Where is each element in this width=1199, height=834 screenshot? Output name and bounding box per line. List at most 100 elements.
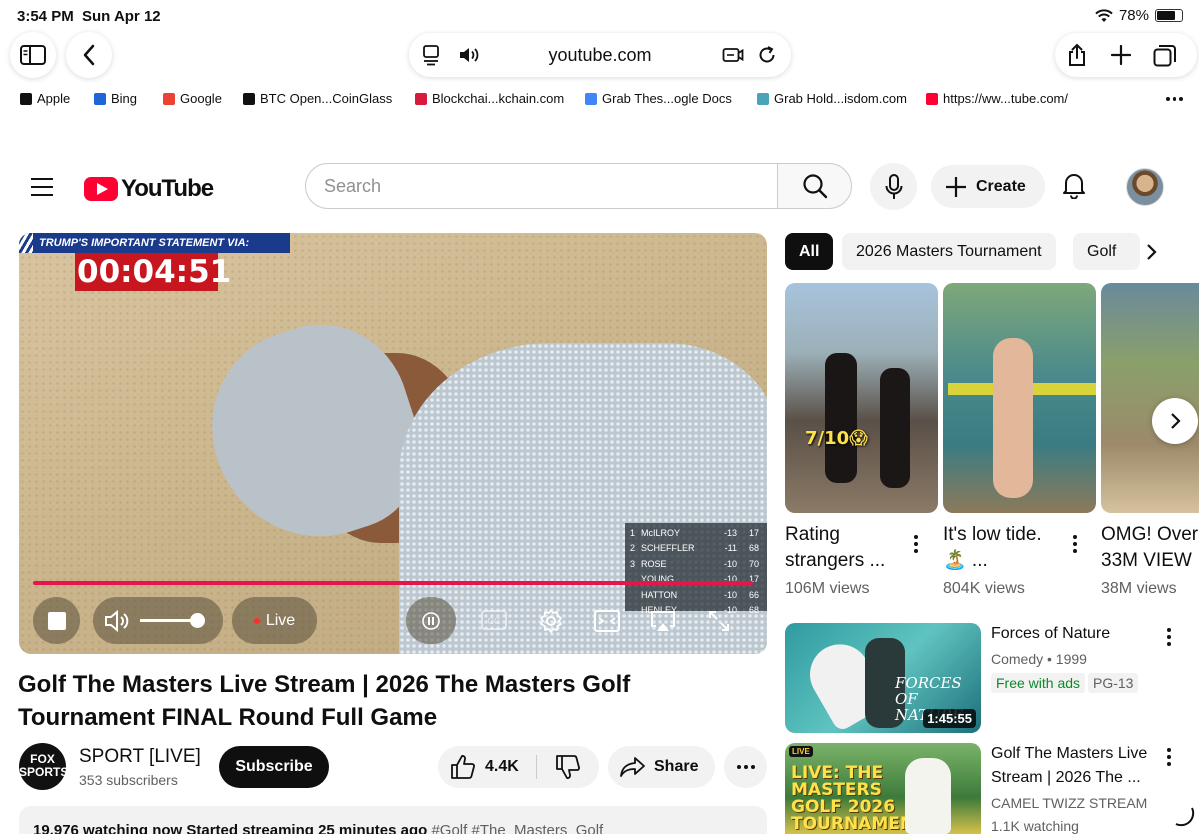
- bookmark-item[interactable]: Grab Hold...isdom.com: [757, 91, 907, 106]
- search-icon: [94, 92, 106, 105]
- bookmark-label: Grab Thes...ogle Docs: [602, 91, 732, 106]
- video-meta: Comedy • 1999: [991, 651, 1087, 667]
- description-tags[interactable]: #Golf #The_Masters_Golf: [431, 822, 603, 834]
- settings-gear-icon[interactable]: [538, 608, 564, 634]
- user-avatar[interactable]: [1126, 168, 1164, 206]
- bookmark-item[interactable]: Grab Thes...ogle Docs: [585, 91, 732, 106]
- back-button[interactable]: [66, 32, 112, 78]
- google-icon: [163, 92, 175, 105]
- more-options-icon[interactable]: [914, 535, 918, 556]
- leaderboard-score: -10: [723, 558, 737, 569]
- create-label: Create: [976, 177, 1026, 195]
- share-icon[interactable]: [1067, 43, 1087, 67]
- youtube-logo[interactable]: YouTube: [84, 175, 214, 203]
- channel-name[interactable]: SPORT [LIVE]: [79, 746, 201, 768]
- menu-icon[interactable]: [31, 178, 53, 202]
- video-extract-icon[interactable]: [722, 45, 744, 65]
- address-bar[interactable]: youtube.com: [409, 33, 791, 77]
- dislike-button[interactable]: [537, 746, 599, 788]
- airplay-icon[interactable]: [650, 610, 676, 634]
- short-thumbnail[interactable]: [943, 283, 1096, 513]
- notifications-bell-icon[interactable]: [1062, 171, 1086, 199]
- subscribe-button[interactable]: Subscribe: [219, 746, 329, 788]
- share-arrow-icon: [620, 757, 645, 777]
- status-time: 3:54 PM: [17, 8, 74, 25]
- more-options-icon[interactable]: [1167, 628, 1171, 649]
- fullscreen-icon[interactable]: [708, 610, 730, 632]
- bookmark-label: Grab Hold...isdom.com: [774, 91, 907, 106]
- chip-golf[interactable]: Golf: [1073, 233, 1140, 270]
- reload-icon[interactable]: [757, 45, 777, 65]
- video-duration: 1:45:55: [923, 709, 976, 728]
- battery-icon: [1155, 9, 1183, 22]
- captions-icon[interactable]: CC: [481, 610, 507, 630]
- video-main-title: Golf The Masters Live Stream | 2026 The …: [18, 671, 631, 731]
- share-label: Share: [654, 758, 699, 775]
- bookmark-label: https://ww...tube.com/: [943, 91, 1068, 106]
- bookmark-item[interactable]: https://ww...tube.com/: [926, 91, 1068, 106]
- search-input[interactable]: [324, 174, 754, 198]
- bookmark-item[interactable]: Bing: [94, 91, 137, 106]
- more-options-icon[interactable]: [1073, 535, 1077, 556]
- favorites-bar: Apple Bing Google BTC Open...CoinGlass Block…: [0, 89, 1199, 109]
- thumbs-up-icon: [451, 755, 475, 779]
- leaderboard-thru: 66: [748, 589, 759, 600]
- new-tab-icon[interactable]: [1111, 45, 1131, 65]
- chip-masters-tournament[interactable]: 2026 Masters Tournament: [842, 233, 1056, 270]
- bookmark-item[interactable]: BTC Open...CoinGlass: [243, 91, 392, 106]
- status-bar: 3:54 PM Sun Apr 12 78%: [0, 0, 1199, 32]
- more-bookmarks-icon[interactable]: [1166, 97, 1183, 101]
- youtube-icon: [926, 92, 938, 105]
- short-title[interactable]: It's low tide. 🏝️ ...: [943, 522, 1061, 574]
- short-thumbnail[interactable]: 7/10😱: [785, 283, 938, 513]
- short-views: 804K views: [943, 580, 1025, 597]
- more-actions-button[interactable]: [724, 746, 767, 788]
- more-options-icon[interactable]: [1167, 748, 1171, 769]
- chevron-right-icon: [1171, 413, 1181, 429]
- chip-all[interactable]: All: [785, 233, 834, 270]
- video-player[interactable]: TRUMP'S IMPORTANT STATEMENT VIA: 00:04:5…: [19, 233, 767, 654]
- channel-name[interactable]: CAMEL TWIZZ STREAM: [991, 795, 1147, 811]
- leaderboard-thru: 68: [748, 605, 759, 616]
- leaderboard-overlay: 1 McILROY -13 17 2 SCHEFFLER -11 68 3 ROSE -10 70 YO…: [625, 523, 767, 615]
- video-title[interactable]: Golf The Masters Live Stream | 2026 The …: [991, 742, 1161, 790]
- sidebar-toggle-button[interactable]: [10, 32, 56, 78]
- bookmark-label: BTC Open...CoinGlass: [260, 91, 393, 106]
- video-thumbnail[interactable]: LIVE LIVE: THE MASTERS GOLF 2026 TOURNAM…: [785, 743, 981, 834]
- short-title[interactable]: Rating strangers ...: [785, 522, 900, 574]
- description-box[interactable]: 19,976 watching now Started streaming 25…: [19, 806, 767, 834]
- like-button[interactable]: 4.4K: [438, 746, 536, 788]
- search-button[interactable]: [777, 163, 852, 209]
- folder-icon: [757, 92, 769, 105]
- leaderboard-thru: 70: [748, 558, 759, 569]
- bookmark-item[interactable]: Blockchai...kchain.com: [415, 91, 564, 106]
- stop-button[interactable]: [33, 597, 80, 644]
- leaderboard-name: McILROY: [641, 527, 681, 538]
- video-title[interactable]: Forces of Nature: [991, 622, 1161, 646]
- short-title[interactable]: OMG! Over 33M VIEW: [1101, 522, 1199, 574]
- leaderboard-pos: 3: [630, 558, 636, 569]
- tabs-icon[interactable]: [1153, 44, 1177, 68]
- chips-next-button[interactable]: [1140, 233, 1199, 270]
- video-thumbnail[interactable]: FORCES OFNATURE 1:45:55: [785, 623, 981, 733]
- pause-button[interactable]: [406, 597, 456, 644]
- leaderboard-name: ROSE: [641, 558, 667, 569]
- leaderboard-pos: 2: [630, 543, 636, 554]
- share-button[interactable]: Share: [608, 746, 715, 788]
- live-indicator[interactable]: Live: [232, 597, 317, 644]
- wifi-icon: [1095, 8, 1113, 22]
- bookmark-item[interactable]: Google: [163, 91, 222, 106]
- short-thumbnail[interactable]: [1101, 283, 1199, 513]
- chevron-left-icon: [83, 44, 95, 66]
- picture-in-picture-icon[interactable]: [594, 610, 620, 632]
- volume-slider[interactable]: [140, 613, 205, 628]
- leaderboard-thru: 68: [748, 543, 759, 554]
- search-box[interactable]: [305, 163, 778, 209]
- bookmark-item[interactable]: Apple: [20, 91, 70, 106]
- create-button[interactable]: Create: [931, 165, 1045, 208]
- volume-control[interactable]: [93, 597, 223, 644]
- shorts-next-button[interactable]: [1152, 398, 1198, 444]
- channel-avatar[interactable]: FOX SPORTS: [19, 743, 68, 790]
- live-progress-bar[interactable]: [33, 581, 753, 585]
- voice-search-button[interactable]: [870, 163, 917, 210]
